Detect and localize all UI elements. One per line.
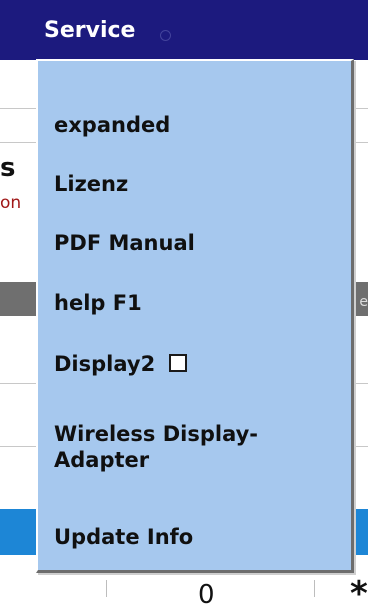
column-divider [106, 580, 107, 597]
service-menu-title[interactable]: Service [44, 18, 135, 43]
menu-item-help-f1[interactable]: help F1 [54, 290, 142, 316]
table-cell-value: 0 [198, 580, 215, 610]
background-status-text: on [0, 193, 22, 213]
menu-item-display2[interactable]: Display2 [54, 351, 188, 377]
menu-item-update-info[interactable]: Update Info [54, 524, 193, 550]
gray-band-text: e [359, 294, 368, 310]
cursor-marker-icon [160, 30, 171, 41]
menu-item-lizenz[interactable]: Lizenz [54, 171, 128, 197]
menu-item-pdf-manual[interactable]: PDF Manual [54, 230, 195, 256]
column-divider [314, 580, 315, 597]
background-text: s [0, 153, 16, 183]
menu-item-display2-label: Display2 [54, 352, 156, 376]
menu-item-expanded[interactable]: expanded [54, 112, 170, 138]
display2-checkbox[interactable] [169, 354, 188, 372]
menu-bar: Service [0, 0, 368, 60]
menu-item-wireless-display-adapter[interactable]: Wireless Display-Adapter [54, 421, 334, 473]
asterisk-marker: * [350, 574, 368, 614]
service-dropdown-menu: expanded Lizenz PDF Manual help F1 Displ… [36, 59, 354, 573]
